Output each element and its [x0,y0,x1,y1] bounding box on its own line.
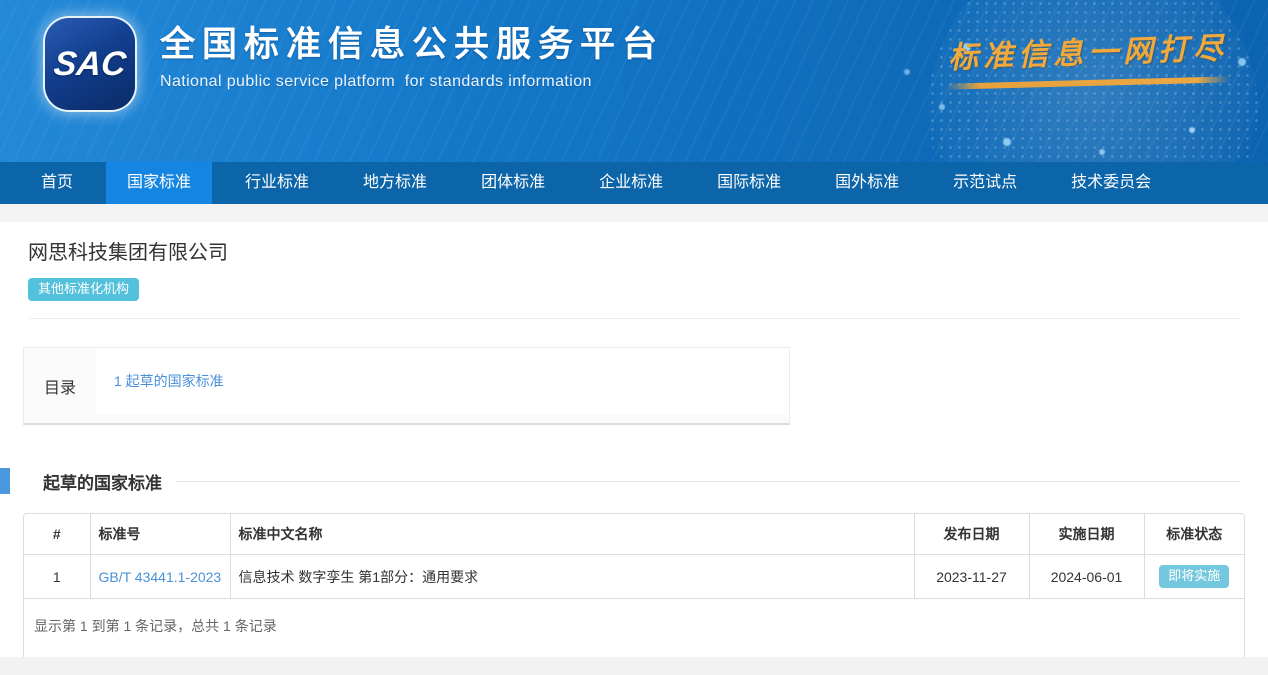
page: SAC 全国标准信息公共服务平台 National public service… [0,0,1268,675]
cell-publish-date: 2023-11-27 [914,555,1029,599]
col-header-status: 标准状态 [1144,514,1244,555]
status-badge: 即将实施 [1159,565,1229,588]
sac-logo-text: SAC [52,45,128,84]
table-row: 1 GB/T 43441.1-2023 信息技术 数字孪生 第1部分：通用要求 … [24,555,1244,599]
standards-table: # 标准号 标准中文名称 发布日期 实施日期 标准状态 1 GB/T 43441… [24,514,1244,599]
site-title: 全国标准信息公共服务平台 [160,24,664,66]
std-no-link[interactable]: GB/T 43441.1-2023 [99,569,222,585]
toc-content: 1 起草的国家标准 [96,348,789,415]
org-type-badge: 其他标准化机构 [28,278,139,301]
org-name: 网思科技集团有限公司 [28,240,1268,266]
section-marker [0,468,10,494]
col-header-std-no: 标准号 [90,514,230,555]
main-nav-list: 首页 国家标准 行业标准 地方标准 团体标准 企业标准 国际标准 国外标准 示范… [0,162,1268,204]
nav-item-industry-standards[interactable]: 行业标准 [224,162,330,204]
table-record-summary: 显示第 1 到第 1 条记录，总共 1 条记录 [24,599,1244,657]
cell-std-no: GB/T 43441.1-2023 [90,555,230,599]
section-header: 起草的国家标准 [0,467,1268,495]
section-title: 起草的国家标准 [43,469,162,494]
bottom-band [0,657,1268,675]
standards-table-panel: # 标准号 标准中文名称 发布日期 实施日期 标准状态 1 GB/T 43441… [23,513,1245,657]
divider [30,318,1240,319]
toc-label: 目录 [24,348,96,423]
col-header-implement-date: 实施日期 [1029,514,1144,555]
site-header: SAC 全国标准信息公共服务平台 National public service… [0,0,1268,162]
col-header-index: # [24,514,90,555]
col-header-publish-date: 发布日期 [914,514,1029,555]
nav-item-enterprise-standards[interactable]: 企业标准 [578,162,684,204]
nav-item-national-standards[interactable]: 国家标准 [106,162,212,204]
sac-logo-icon[interactable]: SAC [45,18,135,110]
cell-index: 1 [24,555,90,599]
nav-item-group-standards[interactable]: 团体标准 [460,162,566,204]
site-subtitle: National public service platform for sta… [160,73,664,91]
nav-item-local-standards[interactable]: 地方标准 [342,162,448,204]
nav-item-foreign-standards[interactable]: 国外标准 [814,162,920,204]
col-header-name-cn: 标准中文名称 [230,514,914,555]
cell-status: 即将实施 [1144,555,1244,599]
section-rule [176,481,1240,482]
spark-dots-decoration [0,0,4,4]
cell-implement-date: 2024-06-01 [1029,555,1144,599]
nav-item-home[interactable]: 首页 [20,162,94,204]
toc-link-drafted-national-standards[interactable]: 1 起草的国家标准 [114,373,224,389]
toc-panel: 目录 1 起草的国家标准 [23,347,790,425]
table-header-row: # 标准号 标准中文名称 发布日期 实施日期 标准状态 [24,514,1244,555]
nav-item-technical-committee[interactable]: 技术委员会 [1050,162,1172,204]
nav-item-international-standards[interactable]: 国际标准 [696,162,802,204]
site-titles: 全国标准信息公共服务平台 National public service pla… [160,24,664,91]
cell-name-cn: 信息技术 数字孪生 第1部分：通用要求 [230,555,914,599]
slogan-text: 标准信息一网打尽 [937,23,1238,77]
spacer-band [0,204,1268,222]
main-nav: 首页 国家标准 行业标准 地方标准 团体标准 企业标准 国际标准 国外标准 示范… [0,162,1268,204]
nav-item-pilot-demo[interactable]: 示范试点 [932,162,1038,204]
main-content: 网思科技集团有限公司 其他标准化机构 目录 1 起草的国家标准 起草的国家标准 … [0,222,1268,657]
slogan: 标准信息一网打尽 [938,28,1238,86]
